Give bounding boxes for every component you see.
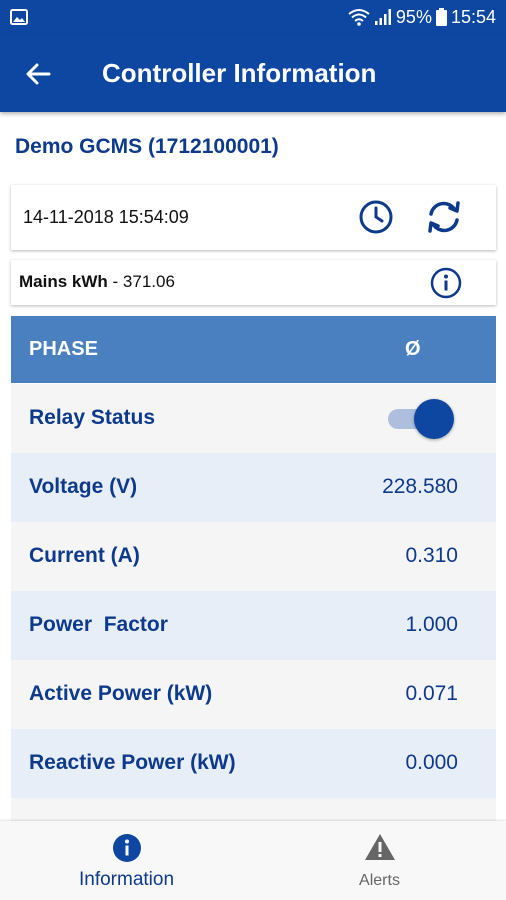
bottom-nav: Information Alerts <box>0 821 506 900</box>
power-factor-label: Power Factor <box>29 613 168 636</box>
page-title: Controller Information <box>102 58 377 88</box>
arrow-left-icon <box>26 63 51 85</box>
relay-status-toggle[interactable] <box>388 399 458 439</box>
info-filled-icon <box>112 834 141 862</box>
clock-icon <box>359 200 393 234</box>
phase-title: PHASE <box>29 338 98 360</box>
status-bar: 95% 15:54 <box>0 0 506 34</box>
relay-status-row: Relay Status <box>11 384 496 453</box>
nav-alerts[interactable]: Alerts <box>253 821 506 900</box>
reactive-power-label: Reactive Power (kW) <box>29 751 236 774</box>
signal-icon <box>374 9 391 25</box>
warning-icon <box>364 834 395 860</box>
back-button[interactable] <box>18 54 58 94</box>
status-right: 95% 15:54 <box>348 6 496 28</box>
table-row: Power Factor 1.000 <box>11 591 496 660</box>
table-row: Current (A) 0.310 <box>11 522 496 591</box>
mains-kwh-label: Mains kWh <box>19 272 108 291</box>
status-time: 15:54 <box>450 6 496 27</box>
nav-information[interactable]: Information <box>0 821 253 900</box>
device-name: Demo GCMS (1712100001) <box>15 135 279 158</box>
voltage-label: Voltage (V) <box>29 475 138 498</box>
info-icon <box>430 267 462 299</box>
phase-symbol: Ø <box>405 338 421 360</box>
gallery-icon <box>10 9 28 25</box>
nav-alerts-label: Alerts <box>359 872 400 889</box>
app-bar: Controller Information <box>0 34 506 112</box>
power-factor-value: 1.000 <box>405 613 458 636</box>
mains-kwh-text: Mains kWh - 371.06 <box>19 272 175 292</box>
mains-kwh-separator: - <box>107 272 123 291</box>
refresh-icon <box>428 201 460 233</box>
datetime-card: 14-11-2018 15:54:09 <box>11 185 496 250</box>
toggle-knob <box>414 399 454 439</box>
phase-header: PHASE Ø <box>11 316 496 383</box>
wifi-icon <box>348 9 370 26</box>
table-row: Reactive Power (kW) 0.000 <box>11 729 496 798</box>
table-row: Active Power (kW) 0.071 <box>11 660 496 729</box>
active-power-value: 0.071 <box>405 682 458 705</box>
active-power-label: Active Power (kW) <box>29 682 213 705</box>
battery-percent: 95% <box>395 6 432 27</box>
datetime-value: 14-11-2018 15:54:09 <box>23 207 189 227</box>
nav-information-label: Information <box>78 869 175 890</box>
mains-kwh-card: Mains kWh - 371.06 <box>11 260 496 305</box>
reactive-power-value: 0.000 <box>405 751 458 774</box>
table-row-partial <box>11 798 496 821</box>
table-row: Voltage (V) 228.580 <box>11 453 496 522</box>
current-value: 0.310 <box>405 544 458 567</box>
relay-status-label: Relay Status <box>29 406 156 429</box>
current-label: Current (A) <box>29 544 140 567</box>
refresh-button[interactable] <box>424 198 464 236</box>
voltage-value: 228.580 <box>382 475 458 498</box>
battery-icon <box>435 8 447 26</box>
mains-info-button[interactable] <box>430 267 462 299</box>
clock-button[interactable] <box>358 199 394 235</box>
mains-kwh-value: 371.06 <box>122 272 175 291</box>
